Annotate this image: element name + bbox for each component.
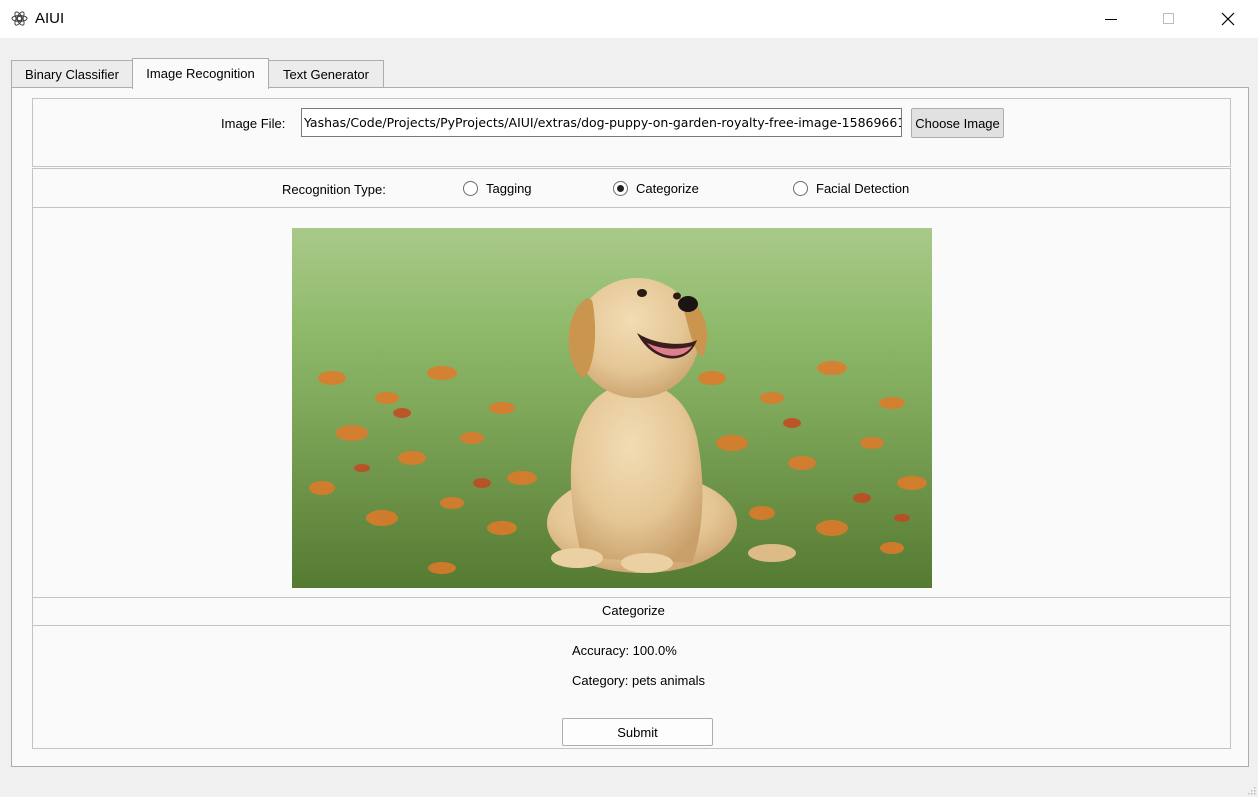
image-preview [292, 228, 932, 588]
resize-grip-icon[interactable] [1246, 785, 1256, 795]
preview-caption: Categorize [602, 603, 665, 618]
radio-facial-detection[interactable] [793, 181, 808, 196]
close-icon [1221, 12, 1235, 26]
title-bar: AIUI [0, 0, 1258, 38]
radio-tagging[interactable] [463, 181, 478, 196]
tab-text-generator[interactable]: Text Generator [268, 60, 384, 88]
radio-categorize-label[interactable]: Categorize [636, 181, 699, 196]
recognition-type-group [32, 168, 1231, 208]
image-file-label: Image File: [221, 116, 286, 131]
radio-categorize[interactable] [613, 181, 628, 196]
choose-image-label: Choose Image [915, 115, 1000, 131]
accuracy-text: Accuracy: 100.0% [572, 643, 677, 658]
submit-label: Submit [617, 724, 658, 740]
close-button[interactable] [1199, 0, 1257, 38]
app-logo-icon [11, 11, 28, 26]
window-title: AIUI [35, 10, 65, 27]
maximize-button[interactable] [1140, 0, 1198, 38]
category-text: Category: pets animals [572, 673, 705, 688]
tab-binary-classifier[interactable]: Binary Classifier [11, 60, 133, 88]
image-file-path-input[interactable]: Yashas/Code/Projects/PyProjects/AIUI/ext… [301, 108, 902, 137]
tab-image-recognition[interactable]: Image Recognition [132, 58, 269, 89]
tab-label: Text Generator [283, 67, 369, 82]
submit-button[interactable]: Submit [562, 718, 713, 746]
radio-facial-detection-label[interactable]: Facial Detection [816, 181, 909, 196]
recognition-type-label: Recognition Type: [282, 182, 386, 197]
choose-image-button[interactable]: Choose Image [911, 108, 1004, 138]
maximize-icon [1163, 13, 1174, 24]
puppy-photo-icon [292, 228, 932, 588]
radio-tagging-label[interactable]: Tagging [486, 181, 532, 196]
minimize-button[interactable] [1082, 0, 1140, 38]
tab-label: Binary Classifier [25, 67, 119, 82]
minimize-icon [1105, 19, 1117, 20]
tab-label: Image Recognition [146, 65, 255, 81]
